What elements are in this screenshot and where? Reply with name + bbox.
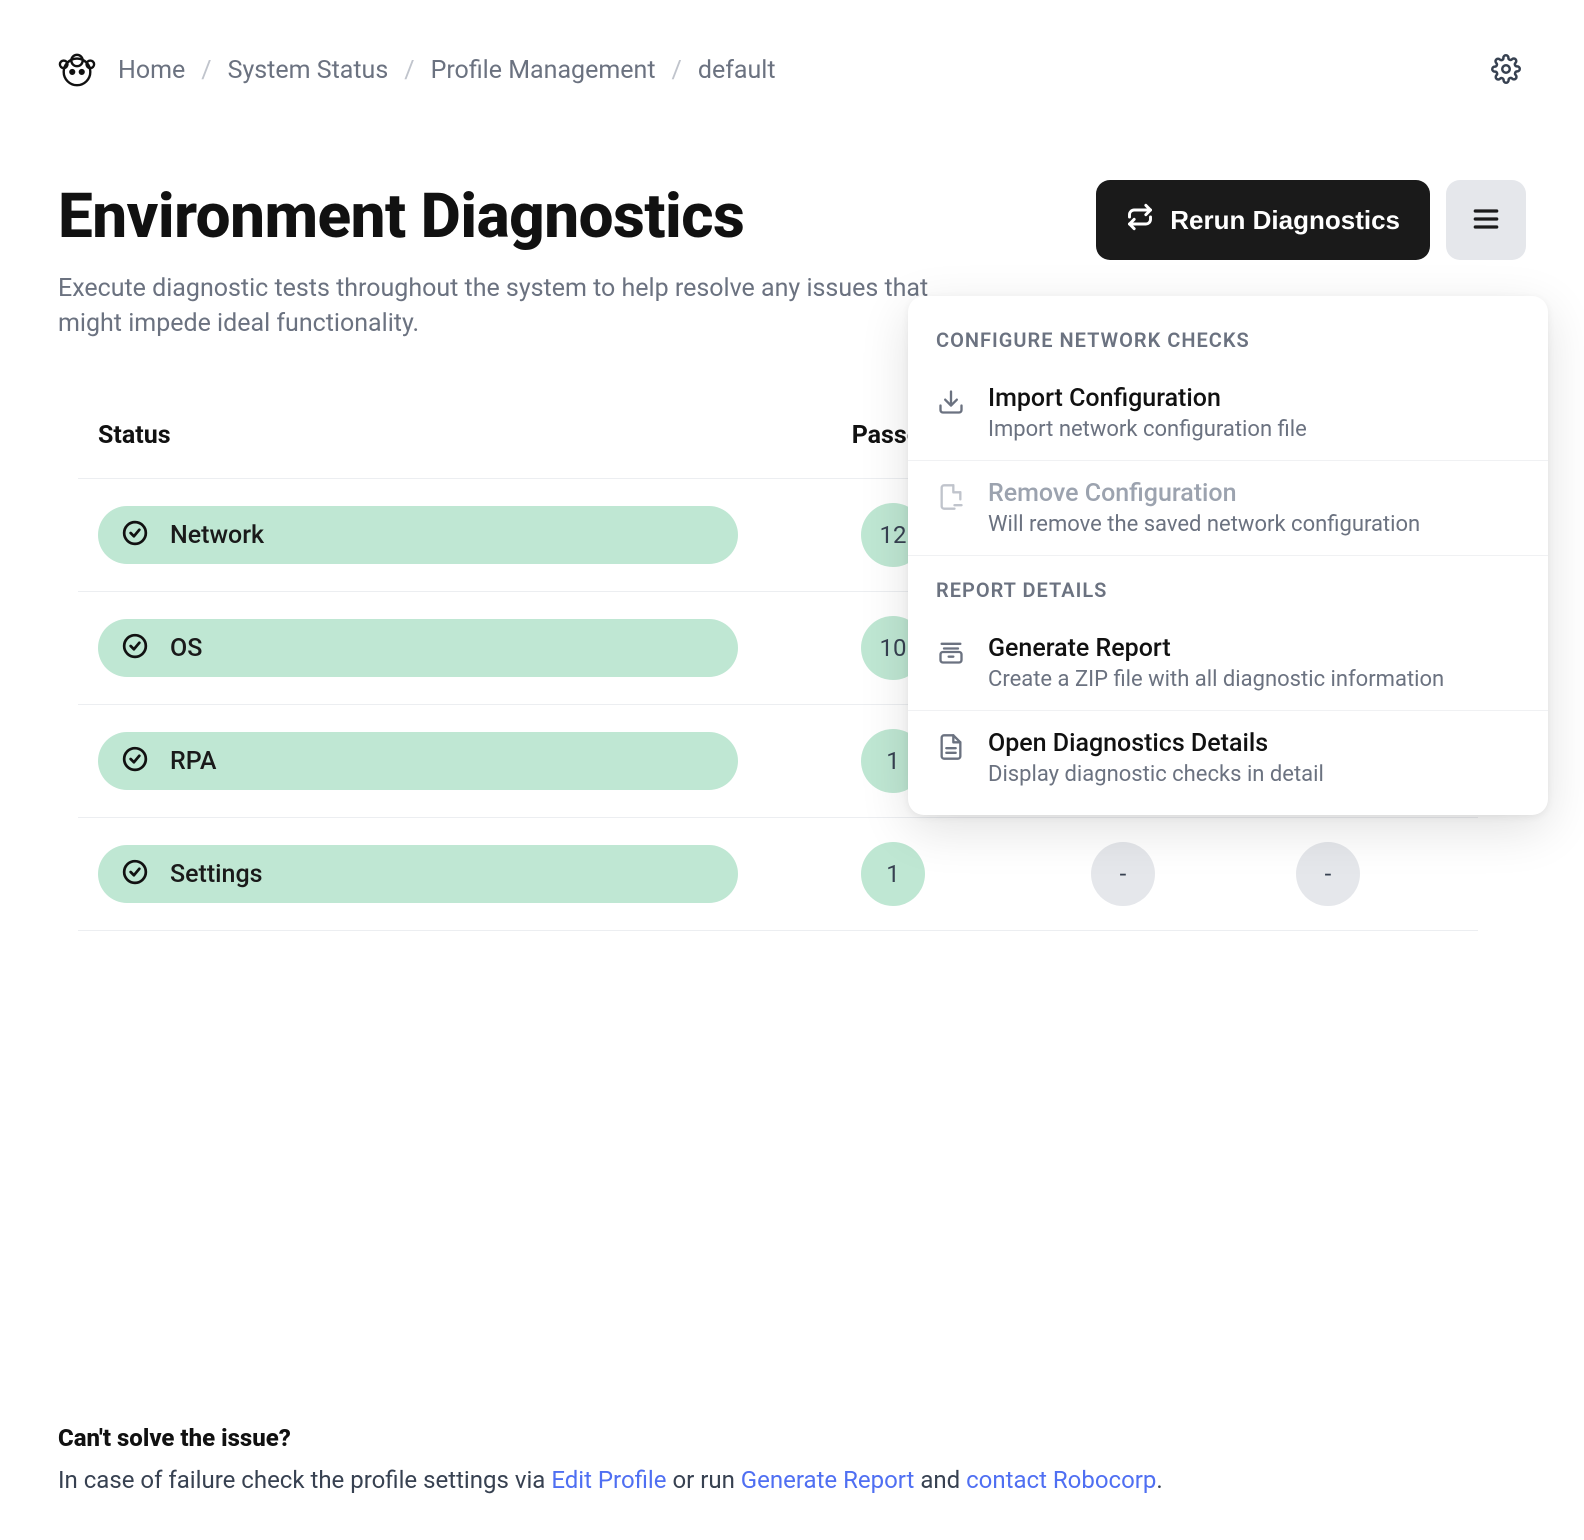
breadcrumb: Home / System Status / Profile Managemen… [118,56,776,85]
help-text-part: or run [667,1466,741,1494]
footer-help-title: Can't solve the issue? [58,1424,1163,1452]
status-label: RPA [170,747,216,776]
file-remove-icon [936,482,966,512]
breadcrumb-sep: / [404,56,414,85]
footer-help-text: In case of failure check the profile set… [58,1466,1163,1494]
top-bar: Home / System Status / Profile Managemen… [58,50,1526,90]
menu-icon [1470,203,1502,238]
dropdown-generate-report[interactable]: Generate Report Create a ZIP file with a… [908,616,1548,711]
rerun-diagnostics-button[interactable]: Rerun Diagnostics [1096,180,1430,260]
dropdown-remove-configuration: Remove Configuration Will remove the sav… [908,461,1548,556]
link-contact-robocorp[interactable]: contact Robocorp [966,1466,1156,1494]
refresh-icon [1126,203,1154,238]
gear-icon [1491,54,1521,87]
status-pill-os[interactable]: OS [98,619,738,677]
breadcrumb-profile-management[interactable]: Profile Management [431,56,656,85]
status-label: Network [170,521,264,550]
check-circle-icon [122,520,148,550]
breadcrumb-home[interactable]: Home [118,56,185,85]
passed-count: 1 [861,842,925,906]
check-circle-icon [122,746,148,776]
warnings-count: - [1296,842,1360,906]
archive-icon [936,637,966,667]
breadcrumb-sep: / [672,56,682,85]
dropdown-item-desc: Will remove the saved network configurat… [988,512,1420,537]
settings-button[interactable] [1486,50,1526,90]
check-circle-icon [122,633,148,663]
download-icon [936,387,966,417]
page-title: Environment Diagnostics [58,180,958,253]
dropdown-item-desc: Create a ZIP file with all diagnostic in… [988,667,1444,692]
rerun-diagnostics-label: Rerun Diagnostics [1170,205,1400,236]
link-edit-profile[interactable]: Edit Profile [551,1466,666,1494]
check-circle-icon [122,859,148,889]
breadcrumb-current: default [698,56,776,85]
dropdown-item-title: Remove Configuration [988,479,1420,508]
dropdown-item-title: Import Configuration [988,384,1307,413]
status-pill-settings[interactable]: Settings [98,845,738,903]
dropdown-item-desc: Import network configuration file [988,417,1307,442]
status-pill-rpa[interactable]: RPA [98,732,738,790]
dropdown-import-configuration[interactable]: Import Configuration Import network conf… [908,366,1548,461]
footer-help: Can't solve the issue? In case of failur… [58,1424,1163,1494]
dropdown-item-title: Generate Report [988,634,1444,663]
table-row: Settings 1 - - [78,818,1478,931]
breadcrumb-sep: / [201,56,211,85]
breadcrumb-system-status[interactable]: System Status [228,56,389,85]
link-generate-report[interactable]: Generate Report [741,1466,915,1494]
status-label: Settings [170,860,263,889]
help-text-part: and [914,1466,966,1494]
status-label: OS [170,634,202,663]
help-text-part: In case of failure check the profile set… [58,1466,551,1494]
failed-count: - [1091,842,1155,906]
dropdown-section-report: REPORT DETAILS [908,572,1548,616]
page-subtitle: Execute diagnostic tests throughout the … [58,271,958,341]
dropdown-open-diagnostics-details[interactable]: Open Diagnostics Details Display diagnos… [908,711,1548,805]
dropdown-item-desc: Display diagnostic checks in detail [988,762,1324,787]
dropdown-section-network: CONFIGURE NETWORK CHECKS [908,322,1548,366]
file-text-icon [936,732,966,762]
dropdown-item-title: Open Diagnostics Details [988,729,1324,758]
status-pill-network[interactable]: Network [98,506,738,564]
more-menu-button[interactable] [1446,180,1526,260]
app-logo [58,51,96,89]
actions-dropdown: CONFIGURE NETWORK CHECKS Import Configur… [908,296,1548,815]
help-text-part: . [1156,1466,1162,1494]
col-status: Status [98,421,778,450]
